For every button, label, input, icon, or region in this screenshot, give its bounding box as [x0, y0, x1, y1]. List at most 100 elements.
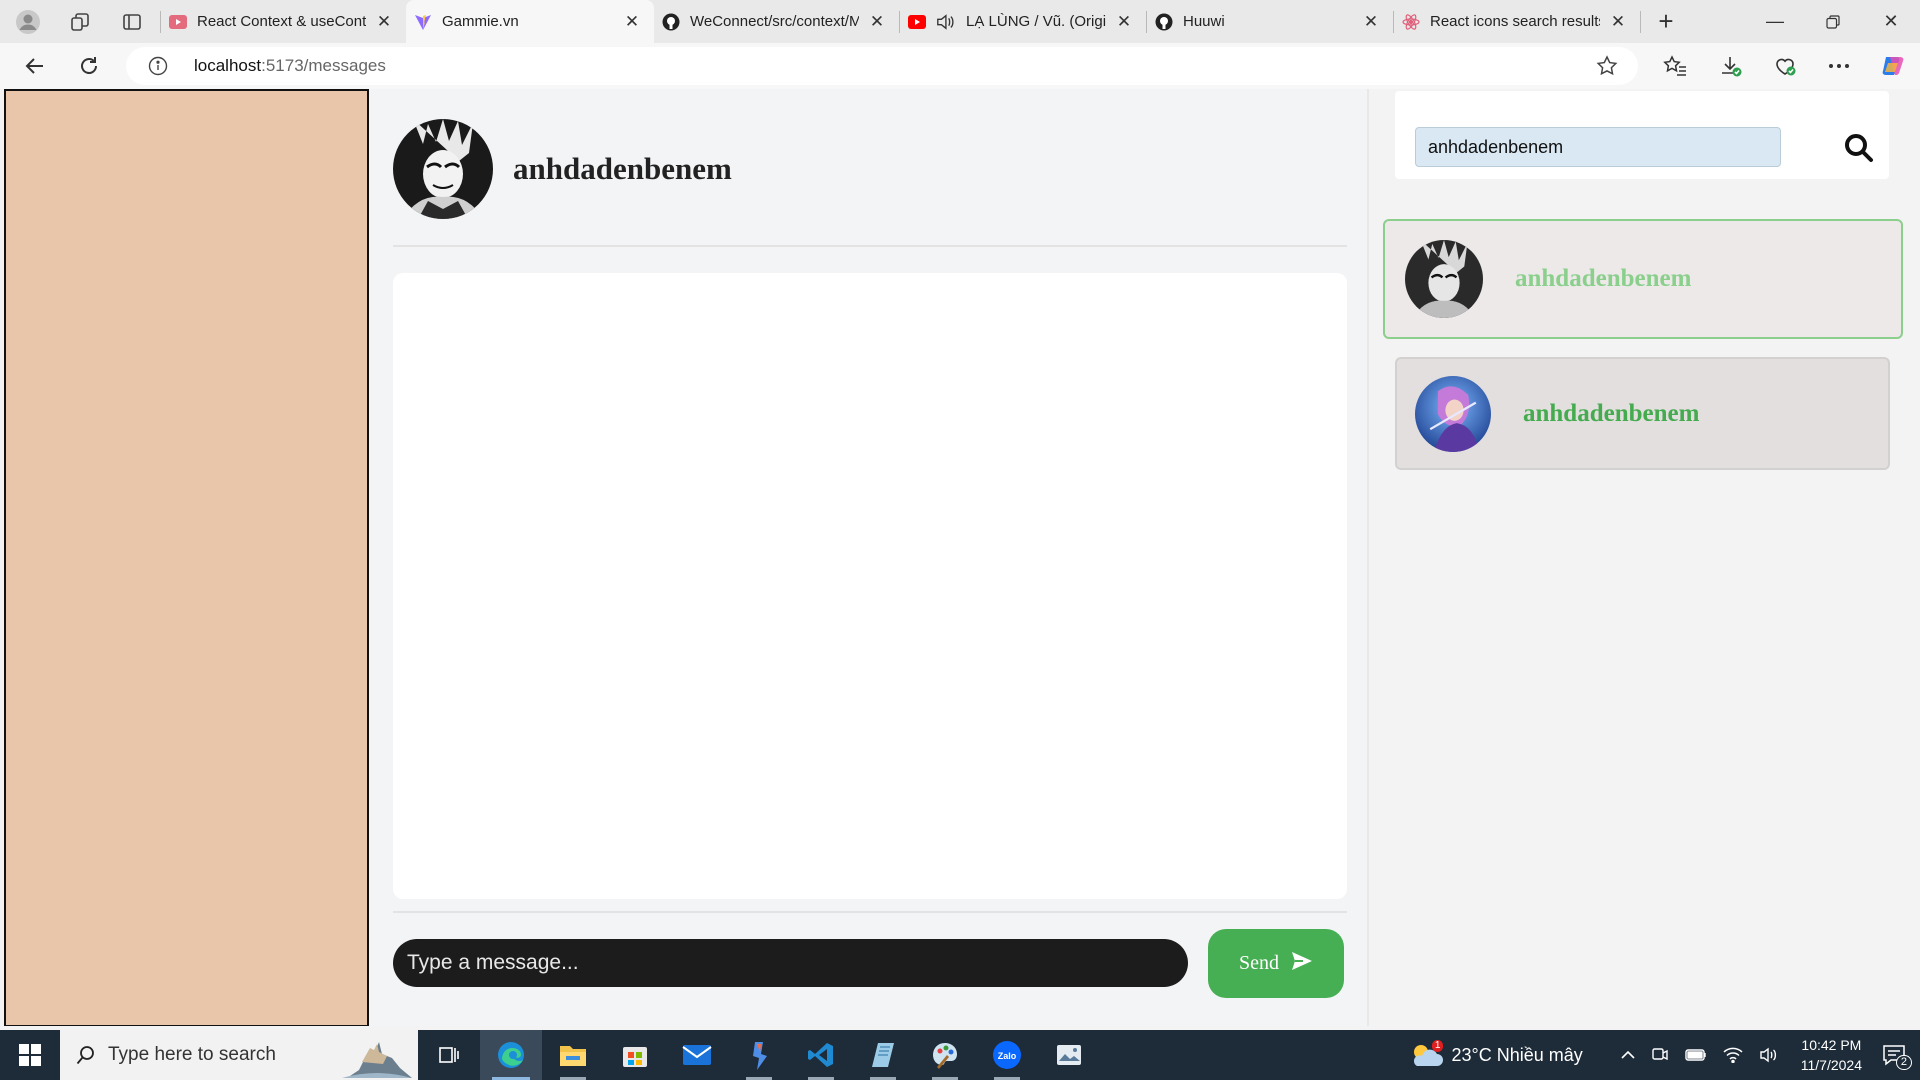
downloads-icon[interactable] — [1704, 43, 1758, 89]
left-sidebar — [4, 89, 369, 1026]
youtube-icon — [908, 13, 926, 31]
close-tab-icon[interactable]: ✕ — [1361, 12, 1381, 32]
avatar[interactable] — [393, 119, 493, 219]
microsoft-store-icon[interactable] — [604, 1030, 666, 1080]
system-tray: 1 23°C Nhiều mây 10:42 PM 11/7/2024 2 — [1409, 1030, 1920, 1080]
tab-title: LẠ LÙNG / Vũ. (Original) — [966, 13, 1106, 30]
chat-panel: anhdadenbenem Send — [369, 89, 1369, 1026]
send-label: Send — [1239, 952, 1279, 974]
chat-partner-name: anhdadenbenem — [513, 151, 732, 186]
paper-plane-icon — [1291, 951, 1313, 977]
file-explorer-icon[interactable] — [542, 1030, 604, 1080]
clock-date: 11/7/2024 — [1800, 1057, 1862, 1073]
favorites-icon[interactable] — [1648, 43, 1702, 89]
close-tab-icon[interactable]: ✕ — [1114, 12, 1134, 32]
svg-text:Zalo: Zalo — [998, 1051, 1017, 1061]
browser-toolbar: localhost:5173/messages — [0, 43, 1920, 89]
app-root: anhdadenbenem Send — [4, 89, 1920, 1026]
message-input[interactable] — [393, 939, 1188, 987]
notification-center-icon[interactable]: 2 — [1882, 1044, 1912, 1070]
close-window-icon[interactable]: ✕ — [1862, 0, 1920, 43]
contact-name: anhdadenbenem — [1523, 399, 1700, 427]
contacts-panel: anhdadenbenem anhdadenbenem — [1369, 89, 1920, 1026]
workspaces-icon[interactable] — [56, 0, 104, 43]
profile-icon[interactable] — [0, 0, 56, 43]
youtube-icon — [169, 13, 187, 31]
restore-icon[interactable] — [1804, 0, 1862, 43]
clock[interactable]: 10:42 PM 11/7/2024 — [1801, 1035, 1862, 1075]
avatar — [1415, 375, 1491, 452]
wifi-icon[interactable] — [1723, 1047, 1743, 1063]
tab-title: Gammie.vn — [442, 13, 519, 30]
vertical-tabs-icon[interactable] — [104, 0, 160, 43]
close-tab-icon[interactable]: ✕ — [374, 12, 394, 32]
battery-icon[interactable] — [1685, 1049, 1707, 1061]
tab-react-context[interactable]: React Context & useContext ✕ — [161, 0, 406, 43]
speaker-icon[interactable] — [936, 13, 954, 31]
reload-icon[interactable] — [62, 43, 116, 89]
taskbar-search[interactable]: Type here to search — [60, 1030, 418, 1080]
tab-weconnect-github[interactable]: WeConnect/src/context/MessageContext ✕ — [654, 0, 899, 43]
more-options-icon[interactable] — [1812, 43, 1866, 89]
windows-taskbar: Type here to search Zalo 1 23°C Nhiều mâ… — [0, 1030, 1920, 1080]
weather-text[interactable]: 23°C Nhiều mây — [1451, 1045, 1582, 1066]
favorite-star-icon[interactable] — [1596, 55, 1618, 82]
paint-icon[interactable] — [914, 1030, 976, 1080]
github-icon — [1155, 13, 1173, 31]
notepad-icon[interactable] — [852, 1030, 914, 1080]
vscode-icon[interactable] — [790, 1030, 852, 1080]
address-bar[interactable]: localhost:5173/messages — [126, 47, 1638, 85]
react-icon — [1402, 13, 1420, 31]
composer-divider — [393, 911, 1347, 913]
clock-time: 10:42 PM — [1801, 1037, 1862, 1053]
browser-tab-strip: React Context & useContext ✕ Gammie.vn ✕… — [0, 0, 1920, 43]
search-icon[interactable] — [1841, 130, 1877, 166]
tab-la-lung[interactable]: LẠ LÙNG / Vũ. (Original) ✕ — [900, 0, 1146, 43]
contact-item[interactable]: anhdadenbenem — [1395, 357, 1890, 470]
meet-now-icon[interactable] — [1651, 1046, 1669, 1064]
search-box — [1395, 91, 1889, 179]
minimize-icon[interactable]: — — [1746, 0, 1804, 43]
messages-area — [393, 273, 1347, 899]
url-host: localhost — [194, 56, 262, 75]
notification-count: 2 — [1895, 1055, 1912, 1070]
search-input[interactable] — [1415, 127, 1781, 167]
windows-start-icon[interactable] — [0, 1030, 60, 1080]
search-highlight-wolf-icon — [342, 1032, 412, 1080]
contact-item[interactable]: anhdadenbenem — [1383, 219, 1903, 339]
tab-title: Huuwi — [1183, 13, 1225, 30]
tab-title: React icons search results — [1430, 13, 1600, 30]
vite-icon — [414, 13, 432, 31]
copilot-icon[interactable] — [1866, 43, 1920, 89]
sourcetree-icon[interactable] — [728, 1030, 790, 1080]
site-info-icon[interactable] — [138, 47, 178, 85]
photos-icon[interactable] — [1038, 1030, 1100, 1080]
search-icon — [76, 1045, 96, 1065]
github-icon — [662, 13, 680, 31]
new-tab-button[interactable]: + — [1641, 0, 1691, 43]
tab-gammie[interactable]: Gammie.vn ✕ — [406, 0, 654, 43]
url-path: :5173/messages — [261, 56, 386, 75]
weather-cloud-icon[interactable]: 1 — [1409, 1040, 1444, 1070]
show-hidden-icons-chevron-icon[interactable] — [1621, 1050, 1635, 1060]
task-view-icon[interactable] — [418, 1030, 480, 1080]
close-tab-icon[interactable]: ✕ — [622, 12, 642, 32]
back-arrow-icon[interactable] — [8, 43, 62, 89]
close-tab-icon[interactable]: ✕ — [1608, 12, 1628, 32]
send-button[interactable]: Send — [1208, 929, 1344, 998]
tab-title: WeConnect/src/context/MessageContext — [690, 13, 859, 30]
chat-header: anhdadenbenem — [393, 89, 1347, 247]
volume-icon[interactable] — [1759, 1047, 1779, 1063]
avatar — [1405, 240, 1483, 318]
url-text: localhost:5173/messages — [194, 56, 386, 76]
contact-name: anhdadenbenem — [1515, 265, 1692, 292]
tab-huuwi-github[interactable]: Huuwi ✕ — [1147, 0, 1393, 43]
browser-essentials-icon[interactable] — [1758, 43, 1812, 89]
tab-react-icons[interactable]: React icons search results ✕ — [1394, 0, 1640, 43]
edge-taskbar-icon[interactable] — [480, 1030, 542, 1080]
mail-icon[interactable] — [666, 1030, 728, 1080]
zalo-icon[interactable]: Zalo — [976, 1030, 1038, 1080]
taskbar-search-placeholder: Type here to search — [108, 1044, 276, 1065]
tab-title: React Context & useContext — [197, 13, 366, 30]
close-tab-icon[interactable]: ✕ — [867, 12, 887, 32]
